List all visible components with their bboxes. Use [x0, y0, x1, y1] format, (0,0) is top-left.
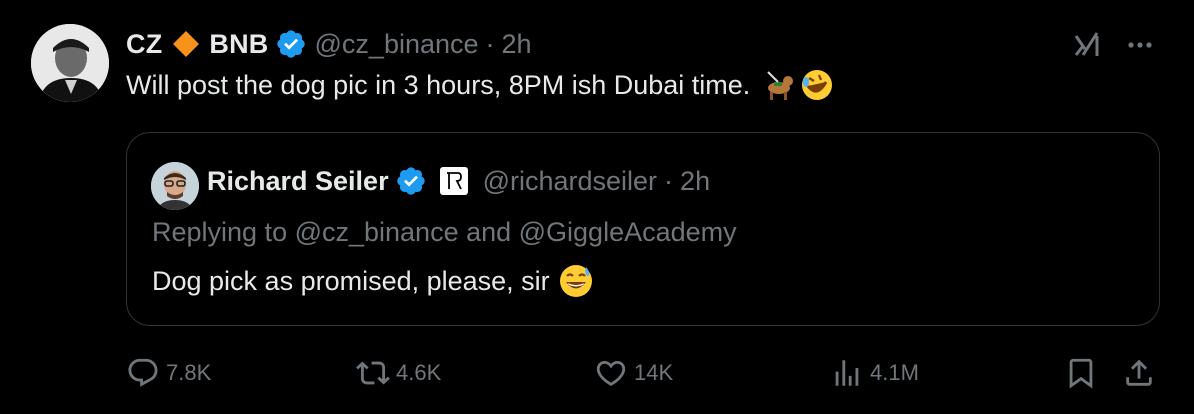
verified-badge-icon[interactable] [275, 28, 307, 60]
views-icon [835, 360, 859, 386]
reply-icon [128, 358, 158, 387]
quoted-tweet-text: Dog pick as promised, please, sir [152, 263, 594, 299]
replying-to-text: Replying to @cz_binance and @GiggleAcade… [152, 217, 737, 247]
more-options-icon[interactable] [1124, 29, 1156, 61]
reply-count: 7.8K [166, 360, 212, 385]
rolling-laughing-emoji-icon [800, 68, 834, 102]
repost-button[interactable]: 4.6K [356, 354, 441, 392]
views-count: 4.1M [870, 360, 919, 385]
tweet-action-bar: 7.8K 4.6K 14K 4.1M [126, 354, 1166, 392]
guide-dog-emoji-icon [762, 68, 796, 102]
separator-dot: · [485, 28, 495, 59]
quoted-tweet-body: Dog pick as promised, please, sir [152, 265, 550, 296]
share-icon [1126, 359, 1152, 386]
sweat-smile-emoji-icon [558, 263, 594, 299]
quoted-author-handle[interactable]: @richardseiler [483, 166, 657, 197]
tweet-text: Will post the dog pic in 3 hours, 8PM is… [126, 68, 834, 102]
reply-button[interactable]: 7.8K [126, 354, 211, 392]
share-button[interactable] [1122, 354, 1156, 392]
heart-icon [596, 360, 626, 386]
tweet-header: CZ BNB @cz_binance · 2h [126, 26, 532, 62]
repost-icon [356, 361, 390, 385]
tweet-body: Will post the dog pic in 3 hours, 8PM is… [126, 69, 751, 100]
tweet-top-actions [1070, 28, 1156, 62]
separator-dot: · [664, 165, 674, 196]
like-button[interactable]: 14K [594, 354, 673, 392]
repost-count: 4.6K [396, 360, 442, 385]
author-handle[interactable]: @cz_binance [315, 29, 479, 60]
like-count: 14K [634, 360, 674, 385]
quoted-tweet-time[interactable]: 2h [680, 166, 710, 197]
quoted-tweet-header: Richard Seiler @richardseiler · 2h [207, 163, 710, 199]
affiliation-badge-icon[interactable] [439, 166, 469, 196]
author-avatar[interactable] [31, 24, 109, 102]
author-name[interactable]: CZ [126, 29, 162, 60]
orange-diamond-icon [171, 29, 201, 59]
quoted-author-avatar[interactable] [151, 162, 199, 210]
author-avatar-image [31, 24, 109, 102]
tweet-time[interactable]: 2h [502, 29, 532, 60]
verified-badge-icon[interactable] [395, 165, 427, 197]
bookmark-icon [1069, 358, 1093, 389]
grok-icon[interactable] [1070, 28, 1104, 62]
bookmark-button[interactable] [1064, 354, 1098, 392]
quoted-author-name[interactable]: Richard Seiler [207, 166, 389, 197]
quoted-tweet-card[interactable]: Richard Seiler @richardseiler · 2h Reply… [126, 132, 1160, 326]
views-button[interactable]: 4.1M [830, 354, 919, 392]
author-name-suffix[interactable]: BNB [209, 29, 268, 60]
